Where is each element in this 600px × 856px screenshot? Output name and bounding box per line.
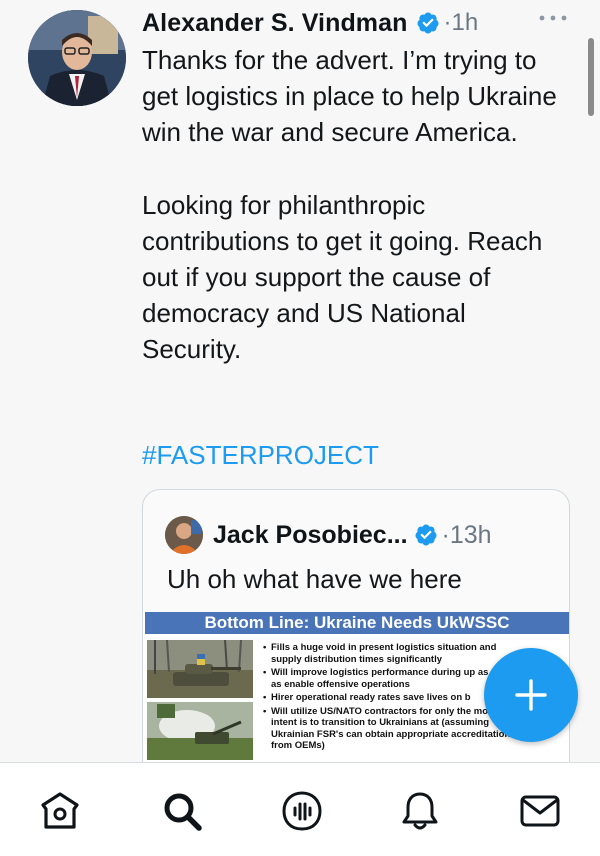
author-name[interactable]: Alexander S. Vindman xyxy=(142,9,408,38)
compose-button[interactable] xyxy=(484,648,578,742)
messages-envelope-icon[interactable] xyxy=(518,789,562,833)
bottom-tab-bar xyxy=(0,762,600,856)
slide-bullet: Fills a huge void in present logistics s… xyxy=(261,642,521,665)
tweet-time[interactable]: ·1h xyxy=(444,9,479,37)
tweet-paragraph-2: Looking for philanthropic contributions … xyxy=(142,189,543,365)
slide-bullet: Will improve logistics performance durin… xyxy=(261,667,521,690)
tweet-header: Alexander S. Vindman ·1h xyxy=(142,6,478,40)
scrollbar[interactable] xyxy=(588,38,594,116)
verified-badge-icon xyxy=(414,523,438,547)
tweet-text: Thanks for the advert. I’m trying to get… xyxy=(142,42,572,368)
slide-photo-artillery xyxy=(147,702,253,760)
home-icon[interactable] xyxy=(38,789,82,833)
search-icon[interactable] xyxy=(160,789,204,833)
quoted-author-name[interactable]: Jack Posobiec... xyxy=(213,521,408,550)
notifications-bell-icon[interactable] xyxy=(398,789,442,833)
quoted-tweet-time[interactable]: ·13h xyxy=(442,521,492,550)
slide-bullet: Will utilize US/NATO contractors for onl… xyxy=(261,706,521,752)
tweet[interactable]: Alexander S. Vindman ·1h Thanks for the … xyxy=(0,0,600,762)
author-avatar[interactable] xyxy=(28,10,126,106)
slide-bullet-list: Fills a huge void in present logistics s… xyxy=(261,642,521,754)
more-options-icon[interactable] xyxy=(536,8,570,28)
quoted-tweet-text: Uh oh what have we here xyxy=(167,564,462,594)
hashtag-link[interactable]: #FASTERPROJECT xyxy=(142,440,379,471)
slide-bullet: Hirer operational ready rates save lives… xyxy=(261,692,521,704)
spaces-icon[interactable] xyxy=(280,789,324,833)
compose-plus-icon xyxy=(515,679,547,711)
slide-title: Bottom Line: Ukraine Needs UkWSSC xyxy=(145,612,569,634)
slide-photo-tanks xyxy=(147,639,253,698)
quoted-tweet-header: Jack Posobiec... ·13h xyxy=(165,516,492,554)
quoted-author-avatar[interactable] xyxy=(165,516,203,554)
tweet-paragraph-1: Thanks for the advert. I’m trying to get… xyxy=(142,45,557,148)
verified-badge-icon xyxy=(416,11,440,35)
